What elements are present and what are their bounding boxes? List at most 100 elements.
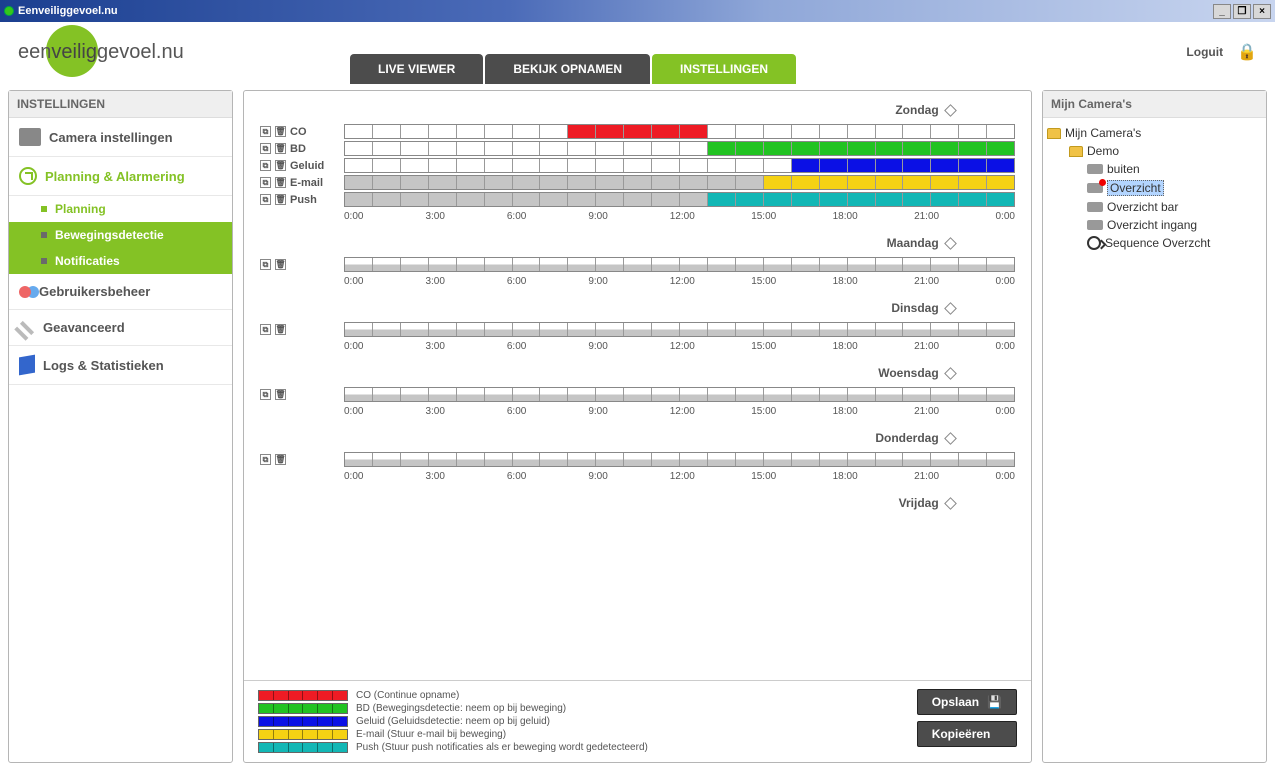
nav-sub-notificaties[interactable]: Notificaties	[9, 248, 232, 274]
day-title[interactable]: Donderdag	[260, 429, 1015, 451]
tab-bekijk-opnamen[interactable]: BEKIJK OPNAMEN	[485, 54, 650, 84]
collapse-icon[interactable]	[944, 302, 957, 315]
tree-root[interactable]: Mijn Camera's	[1047, 124, 1262, 142]
nav-planning-alarmering[interactable]: Planning & Alarmering	[9, 157, 232, 196]
schedule-scroll[interactable]: Zondag ⧉🗑CO⧉🗑BD⧉🗑Geluid⧉🗑E-mail⧉🗑Push0:0…	[244, 91, 1031, 680]
tree-sequence-label: Sequence Overzcht	[1105, 236, 1210, 250]
legend-footer: CO (Continue opname) BD (Bewegingsdetect…	[244, 680, 1031, 762]
copy-row-icon[interactable]: ⧉	[260, 143, 271, 154]
day-title[interactable]: Zondag	[260, 101, 1015, 123]
nav-logs-statistieken[interactable]: Logs & Statistieken	[9, 346, 232, 385]
copy-row-icon[interactable]: ⧉	[260, 126, 271, 137]
collapse-icon[interactable]	[944, 432, 957, 445]
nav-sub-planning[interactable]: Planning	[9, 196, 232, 222]
time-axis: 0:003:006:009:0012:0015:0018:0021:000:00	[344, 276, 1015, 287]
delete-row-icon[interactable]: 🗑	[275, 324, 286, 335]
clock-icon	[19, 167, 37, 185]
schedule-track[interactable]	[344, 175, 1015, 190]
schedule-track[interactable]	[344, 124, 1015, 139]
schedule-row-co: ⧉🗑CO	[260, 123, 1015, 140]
row-label: BD	[290, 143, 306, 155]
copy-row-icon[interactable]: ⧉	[260, 454, 271, 465]
nav-camera-instellingen[interactable]: Camera instellingen	[9, 118, 232, 157]
delete-row-icon[interactable]: 🗑	[275, 177, 286, 188]
delete-row-icon[interactable]: 🗑	[275, 160, 286, 171]
tree-cam-overzicht-bar[interactable]: Overzicht bar	[1047, 198, 1262, 216]
copy-row-icon[interactable]: ⧉	[260, 177, 271, 188]
tree-demo[interactable]: Demo	[1047, 142, 1262, 160]
camera-icon	[1087, 220, 1103, 230]
time-axis: 0:003:006:009:0012:0015:0018:0021:000:00	[344, 471, 1015, 482]
row-label: E-mail	[290, 177, 323, 189]
lock-icon[interactable]: 🔒	[1237, 42, 1257, 62]
legend-push: Push (Stuur push notificaties als er bew…	[258, 741, 917, 754]
delete-row-icon[interactable]: 🗑	[275, 454, 286, 465]
save-icon: 💾	[987, 695, 1002, 709]
bullet-icon	[41, 232, 47, 238]
legend-email: E-mail (Stuur e-mail bij beweging)	[258, 728, 917, 741]
nav-gebruikersbeheer[interactable]: Gebruikersbeheer	[9, 274, 232, 310]
schedule-track[interactable]	[344, 452, 1015, 467]
schedule-row-collapsed: ⧉🗑	[260, 451, 1015, 468]
copy-row-icon[interactable]: ⧉	[260, 389, 271, 400]
tab-instellingen[interactable]: INSTELLINGEN	[652, 54, 796, 84]
schedule-row-push: ⧉ 🗑 Push	[260, 191, 1015, 208]
day-woensdag: Woensdag ⧉🗑0:003:006:009:0012:0015:0018:…	[260, 364, 1015, 417]
schedule-row-email: ⧉ 🗑 E-mail	[260, 174, 1015, 191]
folder-icon	[1069, 146, 1083, 157]
delete-row-icon[interactable]: 🗑	[275, 143, 286, 154]
tree-sequence[interactable]: Sequence Overzcht	[1047, 234, 1262, 252]
copy-row-icon[interactable]: ⧉	[260, 259, 271, 270]
settings-nav-title: INSTELLINGEN	[9, 91, 232, 118]
schedule-track[interactable]	[344, 257, 1015, 272]
schedule-track[interactable]	[344, 387, 1015, 402]
day-title[interactable]: Woensdag	[260, 364, 1015, 386]
schedule-row-collapsed: ⧉🗑	[260, 386, 1015, 403]
save-button[interactable]: Opslaan💾	[917, 689, 1017, 715]
delete-row-icon[interactable]: 🗑	[275, 259, 286, 270]
nav-logs-label: Logs & Statistieken	[43, 358, 164, 373]
collapse-icon[interactable]	[944, 367, 957, 380]
window-maximize-button[interactable]: ❐	[1233, 4, 1251, 19]
collapse-icon[interactable]	[944, 237, 957, 250]
delete-row-icon[interactable]: 🗑	[275, 194, 286, 205]
window-minimize-button[interactable]: _	[1213, 4, 1231, 19]
day-title[interactable]: Maandag	[260, 234, 1015, 256]
schedule-row-collapsed: ⧉🗑	[260, 256, 1015, 273]
copy-row-icon[interactable]: ⧉	[260, 194, 271, 205]
day-vrijdag: Vrijdag	[260, 494, 1015, 516]
tab-live-viewer[interactable]: LIVE VIEWER	[350, 54, 483, 84]
schedule-track[interactable]	[344, 158, 1015, 173]
schedule-track[interactable]	[344, 322, 1015, 337]
window-close-button[interactable]: ×	[1253, 4, 1271, 19]
tree-cam-overzicht[interactable]: Overzicht	[1047, 178, 1262, 198]
delete-row-icon[interactable]: 🗑	[275, 126, 286, 137]
schedule-track[interactable]	[344, 141, 1015, 156]
bullet-icon	[41, 258, 47, 264]
copy-row-icon[interactable]: ⧉	[260, 160, 271, 171]
camera-icon	[1087, 164, 1103, 174]
logout-link[interactable]: Loguit	[1186, 45, 1223, 59]
row-label: Push	[290, 194, 317, 206]
nav-sub-bewegingsdetectie[interactable]: Bewegingsdetectie	[9, 222, 232, 248]
copy-button[interactable]: Kopieëren	[917, 721, 1017, 747]
schedule-panel: Zondag ⧉🗑CO⧉🗑BD⧉🗑Geluid⧉🗑E-mail⧉🗑Push0:0…	[243, 90, 1032, 763]
legend-geluid: Geluid (Geluidsdetectie: neem op bij gel…	[258, 715, 917, 728]
copy-row-icon[interactable]: ⧉	[260, 324, 271, 335]
settings-nav-panel: INSTELLINGEN Camera instellingen Plannin…	[8, 90, 233, 763]
nav-geavanceerd[interactable]: Geavanceerd	[9, 310, 232, 346]
tree-cam-buiten[interactable]: buiten	[1047, 160, 1262, 178]
bullet-icon	[41, 206, 47, 212]
collapse-icon[interactable]	[944, 497, 957, 510]
tree-cam-overzicht-ingang[interactable]: Overzicht ingang	[1047, 216, 1262, 234]
day-title[interactable]: Dinsdag	[260, 299, 1015, 321]
tree-root-label: Mijn Camera's	[1065, 126, 1141, 140]
nav-sub-bewegingsdetectie-label: Bewegingsdetectie	[55, 228, 164, 242]
day-title[interactable]: Vrijdag	[260, 494, 1015, 516]
app-header: eenveiliggevoel.nu LIVE VIEWER BEKIJK OP…	[0, 22, 1275, 82]
book-icon	[19, 355, 35, 376]
schedule-track[interactable]	[344, 192, 1015, 207]
legend-bd-label: BD (Bewegingsdetectie: neem op bij beweg…	[356, 703, 566, 714]
collapse-icon[interactable]	[944, 104, 957, 117]
delete-row-icon[interactable]: 🗑	[275, 389, 286, 400]
